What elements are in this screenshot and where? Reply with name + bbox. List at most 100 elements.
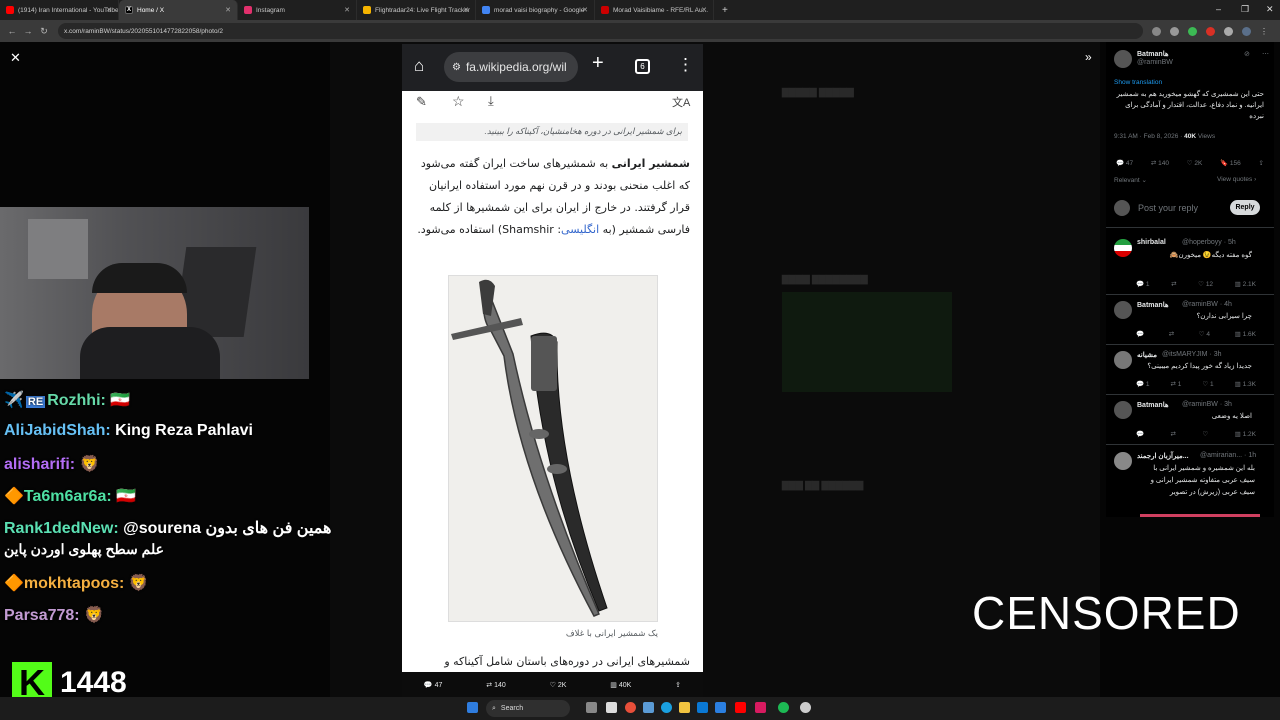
chat-username[interactable]: mokhtapoos: [24, 575, 124, 592]
widgets-icon[interactable] [606, 702, 617, 713]
avatar[interactable] [1114, 401, 1132, 419]
chat-username[interactable]: Rank1dedNew: [4, 520, 119, 537]
menu-dots-icon[interactable]: ⋮ [677, 55, 694, 75]
windows-start-icon[interactable] [467, 702, 478, 713]
repost-button[interactable]: ⇄ [1169, 330, 1174, 338]
mobile-url-field[interactable]: ⚙ fa.wikipedia.org/wil [444, 52, 578, 82]
like-button[interactable]: ♡ 12 [1198, 280, 1213, 288]
avatar[interactable] [1114, 50, 1132, 68]
reply-author[interactable]: Batmanها [1137, 301, 1169, 309]
views-action[interactable]: ▥ 40K [610, 681, 631, 689]
edge-icon[interactable] [661, 702, 672, 713]
reply-button[interactable]: 💬 [1136, 330, 1144, 338]
app-icon[interactable] [643, 702, 654, 713]
tab-switcher-button[interactable]: 6 [635, 59, 650, 74]
repost-action[interactable]: ⇄ 140 [486, 681, 506, 689]
view-quotes-link[interactable]: View quotes › [1217, 176, 1256, 183]
url-field[interactable]: x.com/raminBW/status/2020551014772822058… [58, 23, 1143, 39]
repost-button[interactable]: ⇄ 140 [1151, 159, 1169, 167]
sort-dropdown[interactable]: Relevant ⌄ [1114, 176, 1147, 184]
watch-star-icon[interactable]: ☆ [452, 93, 465, 110]
shamshir-image[interactable] [448, 275, 658, 622]
reply-submit-button[interactable]: Reply [1230, 200, 1260, 215]
repost-button[interactable]: ⇄ [1171, 430, 1176, 438]
close-icon[interactable]: ✕ [106, 6, 112, 14]
download-icon[interactable]: ⤓ [488, 93, 494, 109]
edit-pencil-icon[interactable]: ✎ [416, 94, 427, 110]
file-explorer-icon[interactable] [679, 702, 690, 713]
chat-username[interactable]: Rozhhi: [47, 392, 106, 409]
tab-google[interactable]: morad vaisi biography - Google ✕ [476, 0, 595, 20]
reply-button[interactable]: 💬 47 [1116, 159, 1133, 167]
back-icon[interactable]: ← [4, 26, 20, 36]
reply-button[interactable]: 💬 [1136, 430, 1144, 438]
more-icon[interactable]: ⋯ [1262, 50, 1269, 58]
taskbar-search[interactable]: ⌕ Search [486, 700, 570, 717]
reply-button[interactable]: 💬 1 [1136, 380, 1150, 388]
new-tab-icon[interactable]: + [592, 52, 604, 75]
repost-button[interactable]: ⇄ [1171, 280, 1176, 288]
extension-icon[interactable] [1206, 26, 1215, 36]
close-icon[interactable]: ✕ [582, 6, 588, 14]
install-icon[interactable] [1152, 26, 1161, 36]
like-button[interactable]: ♡ [1202, 430, 1208, 438]
like-button[interactable]: ♡ 2K [1187, 159, 1203, 167]
repost-button[interactable]: ⇄ 1 [1171, 380, 1182, 388]
english-link[interactable]: انگلیسی [561, 223, 599, 236]
mail-icon[interactable] [715, 702, 726, 713]
reply-action[interactable]: 💬 47 [424, 681, 442, 689]
reply-input[interactable]: Post your reply [1138, 203, 1198, 213]
avatar[interactable] [1114, 239, 1132, 257]
profile-avatar[interactable] [1242, 26, 1251, 36]
bookmark-button[interactable]: 🔖 156 [1220, 159, 1241, 167]
settings-icon[interactable] [800, 702, 811, 713]
home-icon[interactable]: ⌂ [414, 56, 424, 76]
expand-panel-icon[interactable]: » [1085, 50, 1092, 64]
reload-icon[interactable]: ↻ [36, 26, 52, 37]
tab-instagram[interactable]: Instagram ✕ [238, 0, 357, 20]
reply-button[interactable]: 💬 1 [1136, 280, 1150, 288]
extension-icon[interactable] [1188, 26, 1197, 36]
maximize-button[interactable]: ❐ [1241, 4, 1249, 15]
like-button[interactable]: ♡ 1 [1202, 380, 1213, 388]
tab-flightradar[interactable]: Flightradar24: Live Flight Tracker ✕ [357, 0, 476, 20]
close-icon[interactable]: ✕ [225, 6, 231, 14]
close-icon[interactable]: ✕ [463, 6, 469, 14]
avatar[interactable] [1114, 351, 1132, 369]
reply-author[interactable]: میرآزبان ارجمند... [1137, 452, 1189, 460]
author-name[interactable]: Batmanها [1137, 50, 1169, 58]
extensions-puzzle-icon[interactable] [1224, 26, 1233, 36]
edge-browser-icon[interactable] [697, 702, 708, 713]
chat-username[interactable]: Parsa778: [4, 607, 80, 624]
avatar[interactable] [1114, 452, 1132, 470]
chrome-icon[interactable] [625, 702, 636, 713]
close-window-button[interactable]: ✕ [1266, 4, 1274, 15]
reply-author[interactable]: shirbalal [1137, 239, 1166, 246]
reply-author[interactable]: مشیانه [1137, 351, 1157, 359]
close-icon[interactable]: ✕ [344, 6, 350, 14]
like-action[interactable]: ♡ 2K [550, 681, 567, 689]
spotify-icon[interactable] [778, 702, 789, 713]
menu-dots-icon[interactable]: ⋮ [1260, 27, 1268, 36]
like-button[interactable]: ♡ 4 [1199, 330, 1210, 338]
tab-youtube[interactable]: (1914) Iran International - YouTube ✕ [0, 0, 119, 20]
youtube-app-icon[interactable] [735, 702, 746, 713]
new-tab-button[interactable]: + [714, 5, 736, 16]
app-m-icon[interactable] [755, 702, 766, 713]
share-icon[interactable]: ⇪ [675, 681, 681, 689]
translate-icon[interactable]: 文A [672, 94, 690, 110]
reply-author[interactable]: Batmanها [1137, 401, 1169, 409]
chat-username[interactable]: AliJabidShah: [4, 422, 111, 439]
close-viewer-icon[interactable]: ✕ [10, 50, 21, 66]
avatar[interactable] [1114, 301, 1132, 319]
forward-icon[interactable]: → [20, 26, 36, 36]
share-icon[interactable]: ⇪ [1259, 159, 1264, 167]
bookmark-star-icon[interactable] [1170, 26, 1179, 36]
chat-username[interactable]: Ta6m6ar6a: [24, 488, 112, 505]
tab-x-home[interactable]: X Home / X ✕ [119, 0, 238, 20]
close-icon[interactable]: ✕ [701, 6, 707, 14]
author-handle[interactable]: @raminBW [1137, 59, 1173, 66]
task-view-icon[interactable] [586, 702, 597, 713]
tab-rferl[interactable]: Morad Vaisibiame - RFE/RL Au... ✕ [595, 0, 714, 20]
chat-username[interactable]: alisharifi: [4, 456, 75, 473]
